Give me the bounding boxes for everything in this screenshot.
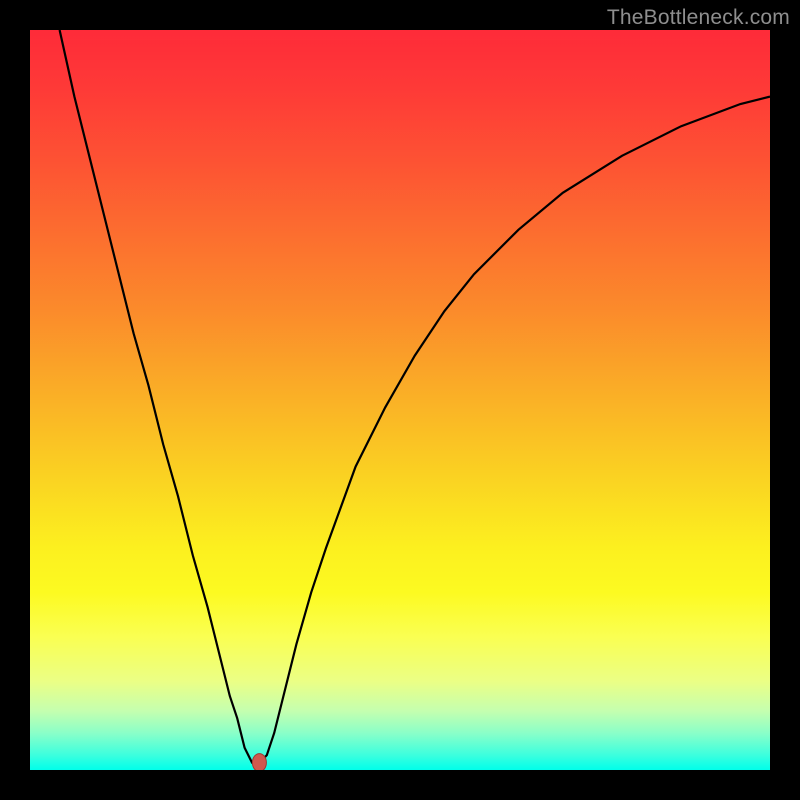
- watermark-text: TheBottleneck.com: [607, 6, 790, 30]
- bottleneck-curve: [60, 30, 770, 763]
- minimum-marker: [252, 754, 266, 770]
- curve-svg: [30, 30, 770, 770]
- chart-frame: TheBottleneck.com: [0, 0, 800, 800]
- plot-area: [30, 30, 770, 770]
